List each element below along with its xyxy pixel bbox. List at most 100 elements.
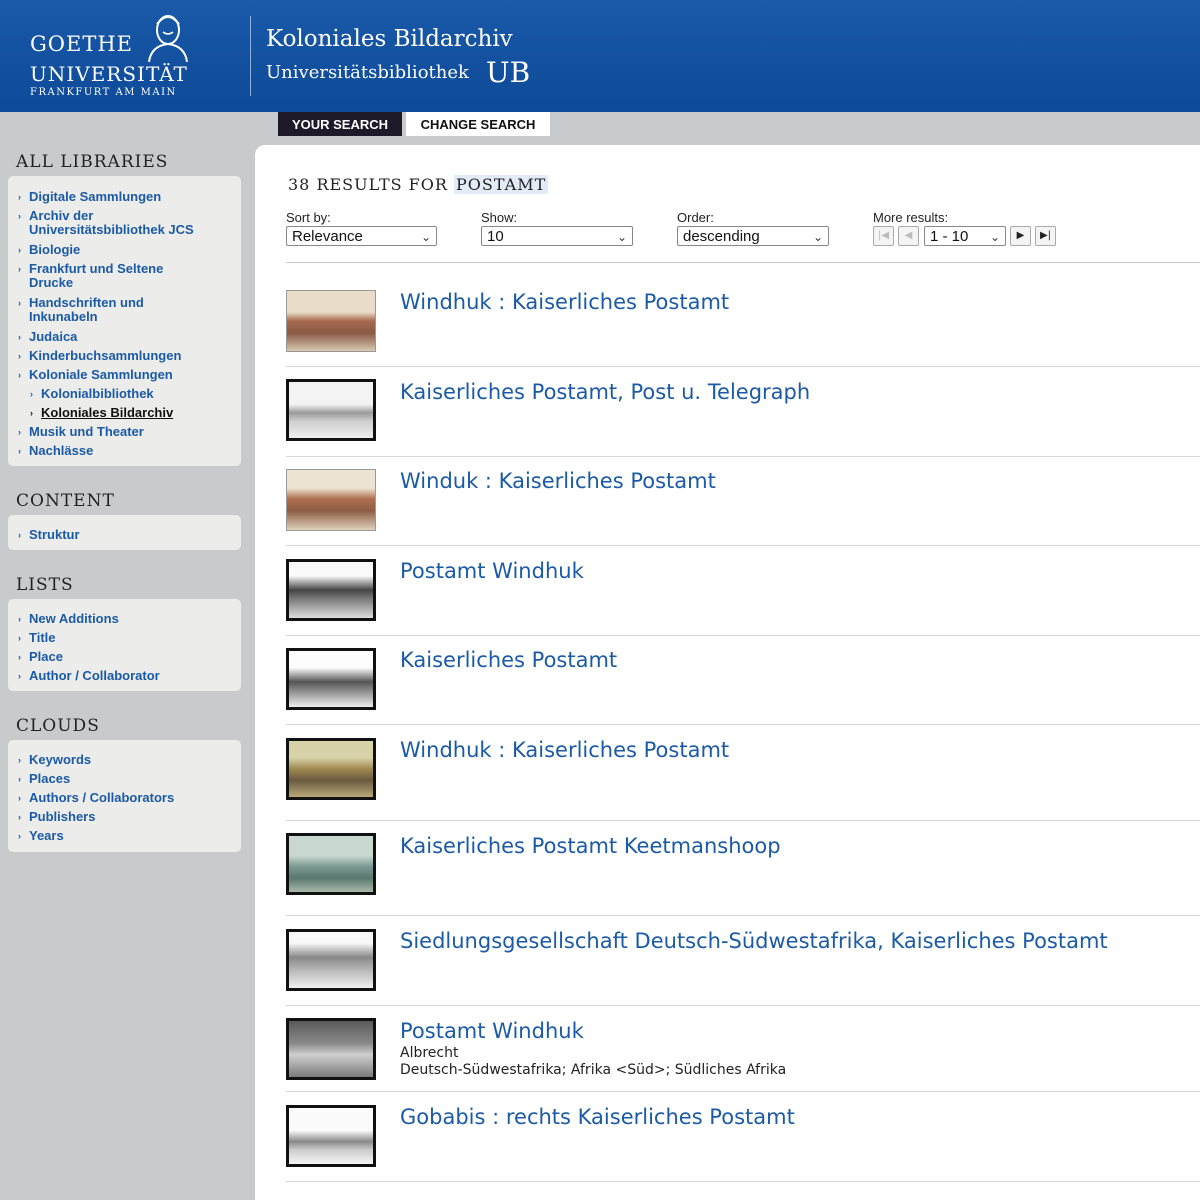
sidebar-item-biologie[interactable]: › Biologie xyxy=(18,242,81,257)
sidebar-item-label: Place xyxy=(29,649,63,664)
sidebar-item-nachlaesse[interactable]: › Nachlässe xyxy=(18,443,94,458)
result-title[interactable]: Kaiserliches Postamt xyxy=(400,648,617,672)
sidebar-item-kinderbuchsammlungen[interactable]: › Kinderbuchsammlungen xyxy=(18,348,182,363)
sidebar-item-judaica[interactable]: › Judaica xyxy=(18,330,77,344)
chevron-right-icon: › xyxy=(18,812,21,822)
result-thumbnail[interactable] xyxy=(286,469,376,531)
chevron-right-icon: › xyxy=(18,831,21,841)
ub-logo: UB xyxy=(486,56,531,89)
result-title[interactable]: Postamt Windhuk xyxy=(400,559,584,583)
result-thumbnail[interactable] xyxy=(286,929,376,991)
result-title[interactable]: Kaiserliches Postamt Keetmanshoop xyxy=(400,834,781,858)
sidebar-item-label: Musik und Theater xyxy=(29,424,144,439)
result-title[interactable]: Windhuk : Kaiserliches Postamt xyxy=(400,290,729,314)
sidebar-item-archiv-jcs[interactable]: › Archiv der Universitätsbibliothek JCS xyxy=(18,208,194,237)
university-logo[interactable]: GOETHE UNIVERSITÄT FRANKFURT AM MAIN xyxy=(28,10,198,102)
result-title[interactable]: Gobabis : rechts Kaiserliches Postamt xyxy=(400,1105,795,1129)
result-thumbnail[interactable] xyxy=(286,738,376,800)
sidebar-item-keywords[interactable]: › Keywords xyxy=(18,752,92,767)
result-title[interactable]: Windhuk : Kaiserliches Postamt xyxy=(400,738,729,762)
chevron-right-icon: › xyxy=(18,671,21,681)
chevron-right-icon: › xyxy=(18,755,21,765)
all-libraries-heading: ALL LIBRARIES xyxy=(16,152,169,172)
sidebar-item-label: Universitätsbibliothek JCS xyxy=(29,222,194,237)
result-title[interactable]: Siedlungsgesellschaft Deutsch-Südwestafr… xyxy=(400,929,1108,953)
sidebar-item-label: Nachlässe xyxy=(29,443,94,458)
result-thumbnail[interactable] xyxy=(286,648,376,710)
sidebar-item-digitale-sammlungen[interactable]: › Digitale Sammlungen xyxy=(18,189,162,204)
sidebar-item-label: Keywords xyxy=(29,752,92,767)
sidebar-item-label: Author / Collaborator xyxy=(29,668,160,683)
sidebar-item-label: Biologie xyxy=(29,242,81,257)
first-page-icon[interactable]: |◀ xyxy=(873,226,894,246)
chevron-right-icon: › xyxy=(18,427,21,437)
sidebar-item-struktur[interactable]: › Struktur xyxy=(18,528,80,542)
sidebar-item-musik-theater[interactable]: › Musik und Theater xyxy=(18,424,144,439)
tab-your-search[interactable]: YOUR SEARCH xyxy=(278,112,402,136)
sidebar-item-authors-collaborators[interactable]: › Authors / Collaborators xyxy=(18,790,175,805)
chevron-right-icon: › xyxy=(18,446,21,456)
site-subtitle: Universitätsbibliothek xyxy=(266,62,469,83)
content-heading: CONTENT xyxy=(16,491,115,511)
result-divider xyxy=(286,724,1200,725)
sidebar-item-publishers[interactable]: › Publishers xyxy=(18,810,95,824)
result-thumbnail[interactable] xyxy=(286,290,376,352)
site-header: GOETHE UNIVERSITÄT FRANKFURT AM MAIN Kol… xyxy=(0,0,1200,112)
result-divider xyxy=(286,915,1200,916)
sidebar-item-title[interactable]: › Title xyxy=(18,631,56,645)
result-title[interactable]: Winduk : Kaiserliches Postamt xyxy=(400,469,716,493)
results-heading: 38 RESULTS FOR POSTAMT xyxy=(288,175,549,194)
sidebar-item-koloniale-sammlungen[interactable]: › Koloniale Sammlungen xyxy=(18,367,173,382)
result-thumbnail[interactable] xyxy=(286,1105,376,1167)
sidebar-item-new-additions[interactable]: › New Additions xyxy=(18,612,119,626)
result-author: Albrecht xyxy=(400,1045,459,1061)
result-title[interactable]: Postamt Windhuk xyxy=(400,1019,584,1043)
show-select-value: 10 xyxy=(487,228,504,245)
result-thumbnail[interactable] xyxy=(286,833,376,895)
header-divider xyxy=(250,16,251,96)
result-thumbnail[interactable] xyxy=(286,559,376,621)
sidebar-item-label: Archiv der xyxy=(29,208,94,223)
results-count: 38 RESULTS FOR xyxy=(288,175,448,194)
sidebar-item-label: Handschriften und xyxy=(29,295,144,310)
sidebar-item-koloniales-bildarchiv[interactable]: › Koloniales Bildarchiv xyxy=(30,406,173,420)
next-page-icon[interactable]: ▶ xyxy=(1010,226,1031,246)
sidebar-item-label: Places xyxy=(29,771,71,786)
sidebar-item-frankfurt-seltene-drucke[interactable]: › Frankfurt und Seltene Drucke xyxy=(18,262,163,290)
sidebar-item-kolonialbibliothek[interactable]: › Kolonialbibliothek xyxy=(30,387,154,401)
clouds-heading: CLOUDS xyxy=(16,716,100,736)
result-place: Deutsch-Südwestafrika; Afrika <Süd>; Süd… xyxy=(400,1062,787,1078)
site-title[interactable]: Koloniales Bildarchiv xyxy=(266,26,513,52)
sort-select[interactable]: Relevance ⌄ xyxy=(286,226,437,246)
sidebar-item-label: Digitale Sammlungen xyxy=(29,189,162,204)
sidebar-item-label: Koloniale Sammlungen xyxy=(29,367,173,382)
goethe-portrait-icon xyxy=(148,15,188,62)
result-thumbnail[interactable] xyxy=(286,1018,376,1080)
sidebar-item-label: Kinderbuchsammlungen xyxy=(29,348,182,363)
sidebar-item-label: Authors / Collaborators xyxy=(29,790,175,805)
tab-change-search[interactable]: CHANGE SEARCH xyxy=(406,112,550,136)
order-select[interactable]: descending ⌄ xyxy=(677,226,829,246)
more-results-label: More results: xyxy=(873,210,949,225)
chevron-right-icon: › xyxy=(18,633,21,643)
chevron-right-icon: › xyxy=(18,298,21,308)
result-thumbnail[interactable] xyxy=(286,379,376,441)
sidebar-item-places[interactable]: › Places xyxy=(18,771,71,786)
last-page-icon[interactable]: ▶| xyxy=(1035,226,1056,246)
sidebar-item-author-collaborator[interactable]: › Author / Collaborator xyxy=(18,668,160,683)
show-select[interactable]: 10 ⌄ xyxy=(481,226,633,246)
chevron-right-icon: › xyxy=(30,408,33,418)
chevron-right-icon: › xyxy=(18,370,21,380)
sidebar-item-label: Drucke xyxy=(29,275,74,290)
result-title[interactable]: Kaiserliches Postamt, Post u. Telegraph xyxy=(400,380,810,404)
search-query: POSTAMT xyxy=(454,175,549,194)
chevron-right-icon: › xyxy=(18,264,21,274)
chevron-down-icon: ⌄ xyxy=(812,230,823,244)
result-divider xyxy=(286,1005,1200,1006)
sidebar-item-handschriften[interactable]: › Handschriften und Inkunabeln xyxy=(18,295,144,324)
controls-divider xyxy=(286,262,1200,263)
prev-page-icon[interactable]: ◀ xyxy=(898,226,919,246)
sidebar-item-place[interactable]: › Place xyxy=(18,649,63,664)
page-select[interactable]: 1 - 10 ⌄ xyxy=(924,226,1006,246)
sidebar-item-years[interactable]: › Years xyxy=(18,829,64,843)
